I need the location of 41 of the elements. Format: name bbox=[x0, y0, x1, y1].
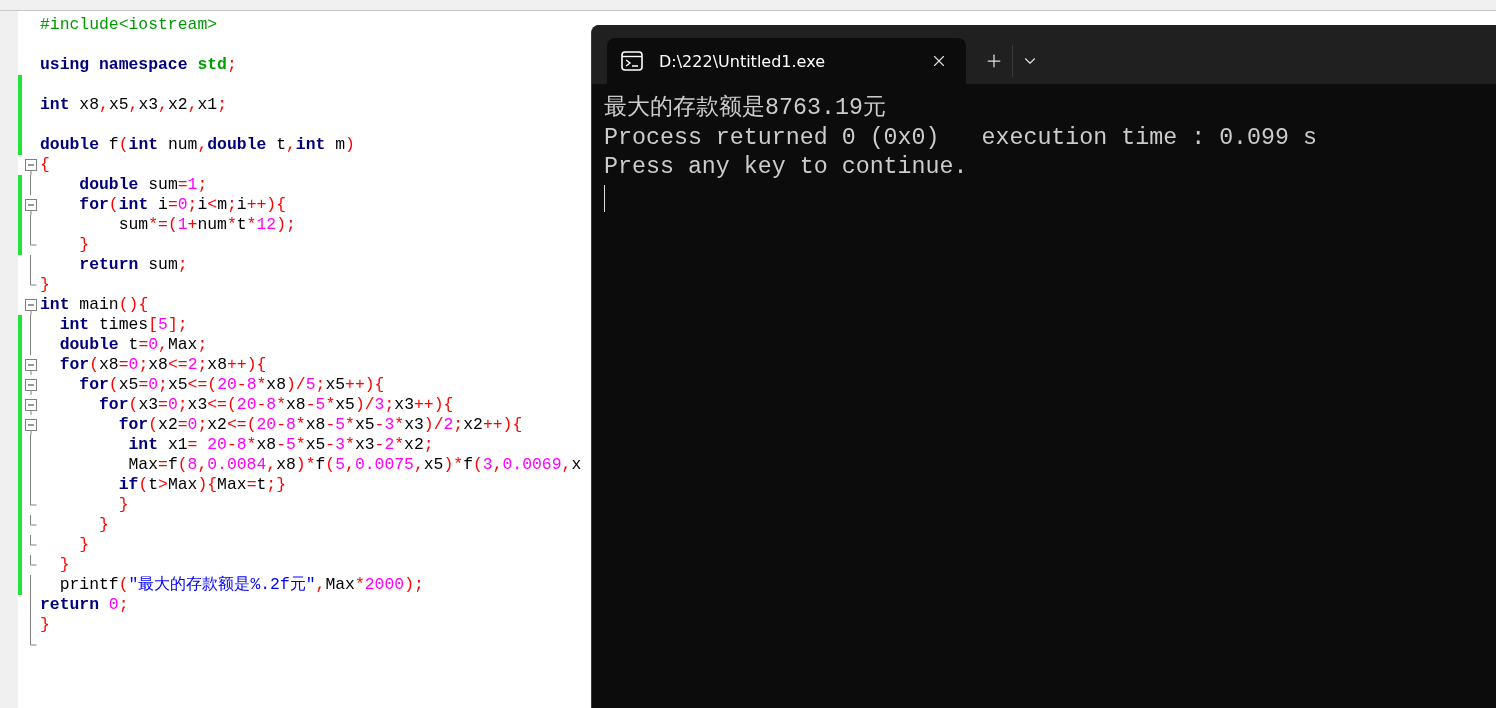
code-line: Max=f(8,0.0084,x8)*f(5,0.0075,x5)*f(3,0.0069,x bbox=[127, 455, 582, 475]
code-line: printf("最大的存款额是%.2f元",Max*2000); bbox=[58, 575, 424, 595]
fold-toggle-icon[interactable] bbox=[25, 359, 37, 375]
fold-toggle-icon[interactable] bbox=[25, 419, 37, 435]
terminal-icon bbox=[621, 51, 643, 71]
fold-toggle-icon[interactable] bbox=[25, 299, 37, 315]
console-output-line: 最大的存款额是8763.19元 bbox=[604, 94, 887, 123]
code-line: for(x5=0;x5<=(20-8*x8)/5;x5++){ bbox=[78, 375, 385, 395]
code-line: for(x2=0;x2<=(20-8*x8-5*x5-3*x3)/2;x2++){ bbox=[117, 415, 523, 435]
fold-toggle-icon[interactable] bbox=[25, 379, 37, 395]
code-line: } bbox=[58, 555, 70, 575]
code-line: } bbox=[39, 275, 50, 295]
code-line: return 0; bbox=[39, 595, 129, 615]
fold-toggle-icon[interactable] bbox=[25, 159, 37, 175]
code-line: for(int i=0;i<m;i++){ bbox=[78, 195, 286, 215]
code-line: if(t>Max){Max=t;} bbox=[117, 475, 286, 495]
terminal-tab[interactable]: D:\222\Untitled1.exe bbox=[607, 38, 966, 84]
code-line: for(x8=0;x8<=2;x8++){ bbox=[58, 355, 267, 375]
fold-toggle-icon[interactable] bbox=[25, 199, 37, 215]
code-line: int main(){ bbox=[39, 295, 149, 315]
code-line: for(x3=0;x3<=(20-8*x8-5*x5)/3;x3++){ bbox=[98, 395, 454, 415]
code-line: double f(int num,double t,int m) bbox=[39, 135, 355, 155]
code-line: } bbox=[78, 535, 90, 555]
code-line: { bbox=[39, 155, 50, 175]
code-line: sum*=(1+num*t*12); bbox=[117, 215, 296, 235]
code-line: #include<iostream> bbox=[39, 15, 218, 35]
text-cursor bbox=[604, 184, 605, 212]
code-line: } bbox=[117, 495, 129, 515]
code-line: double t=0,Max; bbox=[58, 335, 208, 355]
code-line: } bbox=[78, 235, 90, 255]
code-line: double sum=1; bbox=[78, 175, 208, 195]
code-line: int x1= 20-8*x8-5*x5-3*x3-2*x2; bbox=[127, 435, 434, 455]
code-line: int times[5]; bbox=[58, 315, 188, 335]
code-line: using namespace std; bbox=[39, 55, 237, 75]
fold-toggle-icon[interactable] bbox=[25, 399, 37, 415]
code-line: return sum; bbox=[78, 255, 188, 275]
code-line: } bbox=[98, 515, 109, 535]
code-line: } bbox=[39, 615, 50, 635]
code-line: int x8,x5,x3,x2,x1; bbox=[39, 95, 227, 115]
console-output-line: Press any key to continue. bbox=[604, 153, 969, 182]
console-output-line: Process returned 0 (0x0) execution time : 0.099 s bbox=[604, 123, 1318, 153]
